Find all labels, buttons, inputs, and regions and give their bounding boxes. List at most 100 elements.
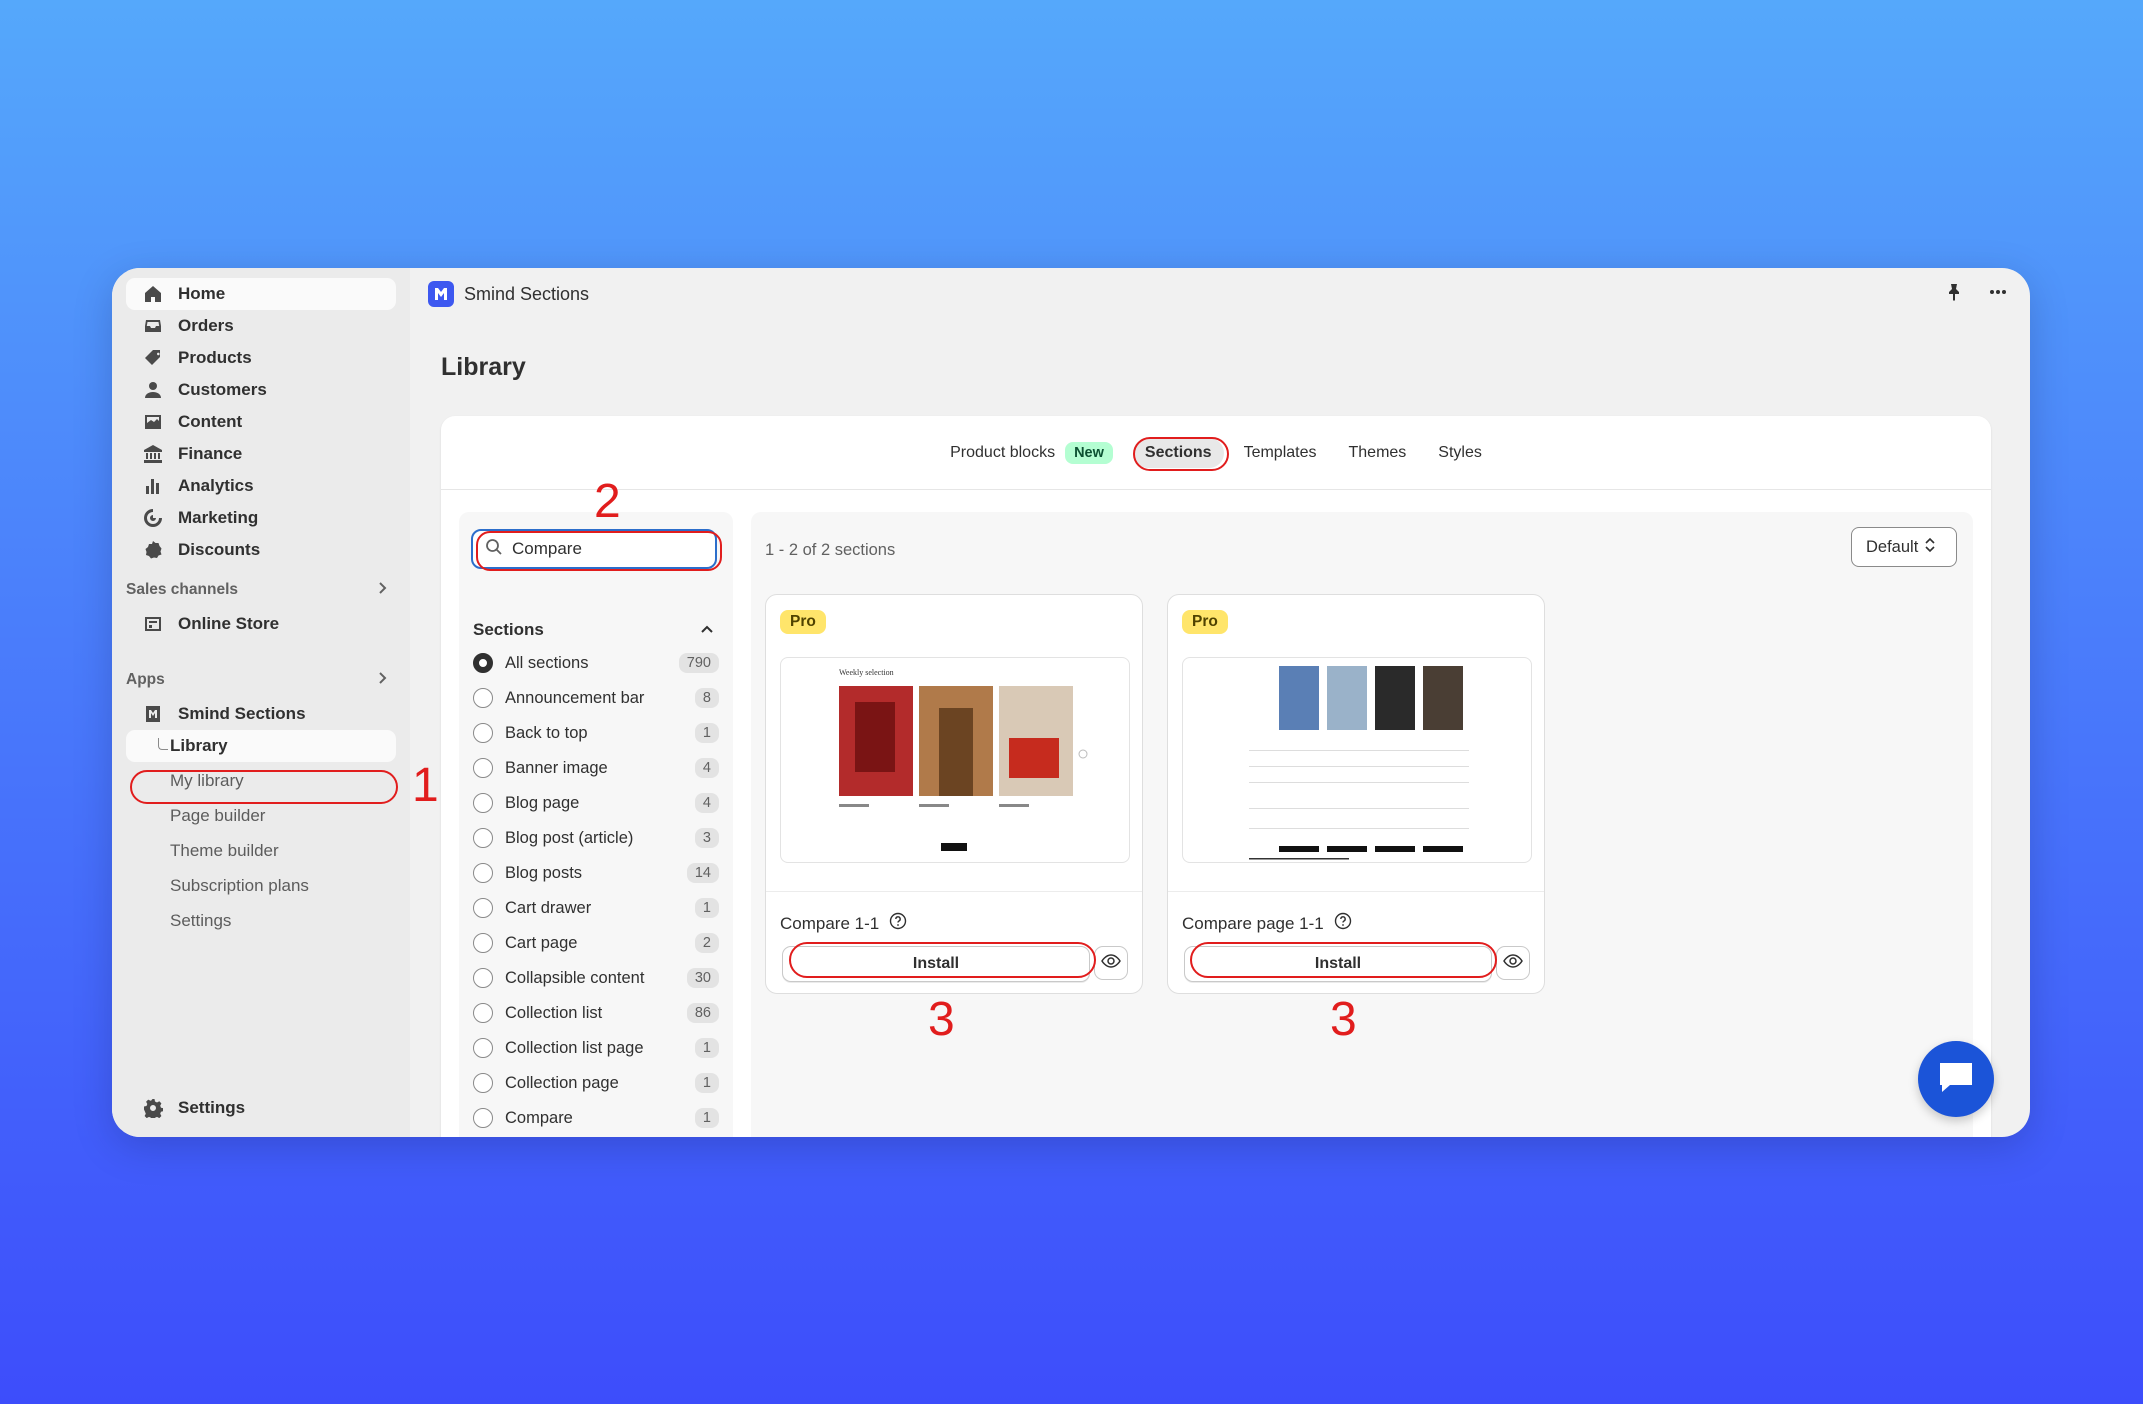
sidebar-item-theme-builder[interactable]: Theme builder [126, 835, 396, 867]
count-badge: 1 [694, 723, 719, 743]
sidebar-item-marketing[interactable]: Marketing [126, 502, 396, 534]
chat-button[interactable] [1918, 1041, 1994, 1117]
filter-option[interactable]: Announcement bar 8 [473, 683, 719, 713]
install-button[interactable]: Install [1184, 946, 1492, 982]
sidebar-item-app-settings[interactable]: Settings [126, 905, 396, 937]
sidebar-item-discounts[interactable]: Discounts [126, 534, 396, 566]
sidebar-item-home[interactable]: Home [126, 278, 396, 310]
sort-select[interactable]: Default [1851, 527, 1957, 567]
radio[interactable] [473, 723, 493, 743]
radio[interactable] [473, 758, 493, 778]
section-preview-image[interactable] [1182, 657, 1532, 863]
pro-badge: Pro [1182, 610, 1228, 634]
search-value: Compare [512, 539, 582, 558]
install-button[interactable]: Install [782, 946, 1090, 982]
preview-button[interactable] [1094, 946, 1128, 980]
sidebar-item-settings[interactable]: Settings [126, 1092, 396, 1124]
app-icon [142, 703, 164, 725]
filter-panel: Compare Sections All sections 790 Announc… [459, 512, 733, 1137]
filter-option[interactable]: Collection list 86 [473, 998, 719, 1028]
select-arrows-icon [1918, 537, 1936, 558]
filter-option[interactable]: Blog page 4 [473, 788, 719, 818]
sidebar-item-smind-sections[interactable]: Smind Sections [126, 698, 396, 730]
admin-window: Home Orders Products Customers Content F… [112, 268, 2030, 1137]
filter-option[interactable]: Banner image 4 [473, 753, 719, 783]
library-tabs: Product blocks New Sections Templates Th… [441, 416, 1991, 490]
sidebar-item-online-store[interactable]: Online Store [126, 608, 396, 640]
sidebar-item-content[interactable]: Content [126, 406, 396, 438]
filter-option[interactable]: Blog post (article) 3 [473, 823, 719, 853]
help-icon[interactable] [879, 912, 907, 935]
filter-option[interactable]: Collapsible content 30 [473, 963, 719, 993]
radio[interactable] [473, 688, 493, 708]
tab-product-blocks[interactable]: Product blocks New [938, 436, 1125, 470]
filter-option[interactable]: Back to top 1 [473, 718, 719, 748]
filter-option[interactable]: Blog posts 14 [473, 858, 719, 888]
sidebar-item-customers[interactable]: Customers [126, 374, 396, 406]
section-card: Pro Weekly selection Compare 1-1 Install [765, 594, 1143, 994]
eye-icon [1101, 951, 1121, 976]
radio[interactable] [473, 1003, 493, 1023]
eye-icon [1503, 951, 1523, 976]
tab-sections[interactable]: Sections [1132, 437, 1224, 468]
radio[interactable] [473, 898, 493, 918]
sections-filter-title: Sections [473, 620, 544, 639]
radio[interactable] [473, 933, 493, 953]
sidebar-item-products[interactable]: Products [126, 342, 396, 374]
count-badge: 14 [686, 863, 719, 883]
count-badge: 790 [678, 653, 719, 673]
sidebar-item-orders[interactable]: Orders [126, 310, 396, 342]
radio[interactable] [473, 968, 493, 988]
topbar-actions [1944, 282, 2008, 307]
target-icon [142, 507, 164, 529]
annotation-number-2: 2 [594, 475, 621, 528]
preview-title: Weekly selection [839, 668, 894, 677]
chevron-up-icon[interactable] [699, 622, 715, 643]
count-badge: 30 [686, 968, 719, 988]
filter-option-all-sections[interactable]: All sections 790 [473, 648, 719, 678]
radio[interactable] [473, 863, 493, 883]
tab-themes[interactable]: Themes [1337, 438, 1419, 468]
sidebar-item-library[interactable]: Library [126, 730, 396, 762]
section-name: Compare 1-1 [780, 912, 907, 935]
app-title: Smind Sections [464, 283, 590, 304]
store-icon [142, 613, 164, 635]
chevron-right-icon [374, 670, 390, 691]
filter-option[interactable]: Cart drawer 1 [473, 893, 719, 923]
card-footer: Compare 1-1 Install [766, 891, 1142, 993]
home-icon [142, 283, 164, 305]
radio[interactable] [473, 1038, 493, 1058]
filter-option[interactable]: Collection page 1 [473, 1068, 719, 1098]
sidebar-item-my-library[interactable]: My library [126, 765, 396, 797]
sidebar-item-page-builder[interactable]: Page builder [126, 800, 396, 832]
tab-templates[interactable]: Templates [1232, 438, 1329, 468]
apps-heading[interactable]: Apps [126, 665, 396, 695]
radio[interactable] [473, 828, 493, 848]
filter-option-compare[interactable]: Compare 1 [473, 1103, 719, 1133]
radio[interactable] [473, 1073, 493, 1093]
radio[interactable] [473, 1108, 493, 1128]
tab-styles[interactable]: Styles [1426, 438, 1494, 468]
radio[interactable] [473, 793, 493, 813]
annotation-number-3b: 3 [1330, 993, 1357, 1046]
sales-channels-heading[interactable]: Sales channels [126, 575, 396, 605]
app-logo-icon [428, 281, 454, 307]
sidebar-item-finance[interactable]: Finance [126, 438, 396, 470]
pin-icon[interactable] [1944, 282, 1964, 307]
annotation-number-3: 3 [928, 993, 955, 1046]
sidebar-item-subscription-plans[interactable]: Subscription plans [126, 870, 396, 902]
count-badge: 8 [694, 688, 719, 708]
more-icon[interactable] [1988, 282, 2008, 307]
preview-button[interactable] [1496, 946, 1530, 980]
radio-selected[interactable] [473, 653, 493, 673]
pro-badge: Pro [780, 610, 826, 634]
search-input[interactable]: Compare [471, 529, 717, 569]
section-preview-image[interactable]: Weekly selection [780, 657, 1130, 863]
sidebar-item-analytics[interactable]: Analytics [126, 470, 396, 502]
tag-icon [142, 347, 164, 369]
count-badge: 1 [694, 1073, 719, 1093]
filter-option[interactable]: Cart page 2 [473, 928, 719, 958]
results-count: 1 - 2 of 2 sections [765, 541, 896, 559]
help-icon[interactable] [1324, 912, 1352, 935]
filter-option[interactable]: Collection list page 1 [473, 1033, 719, 1063]
